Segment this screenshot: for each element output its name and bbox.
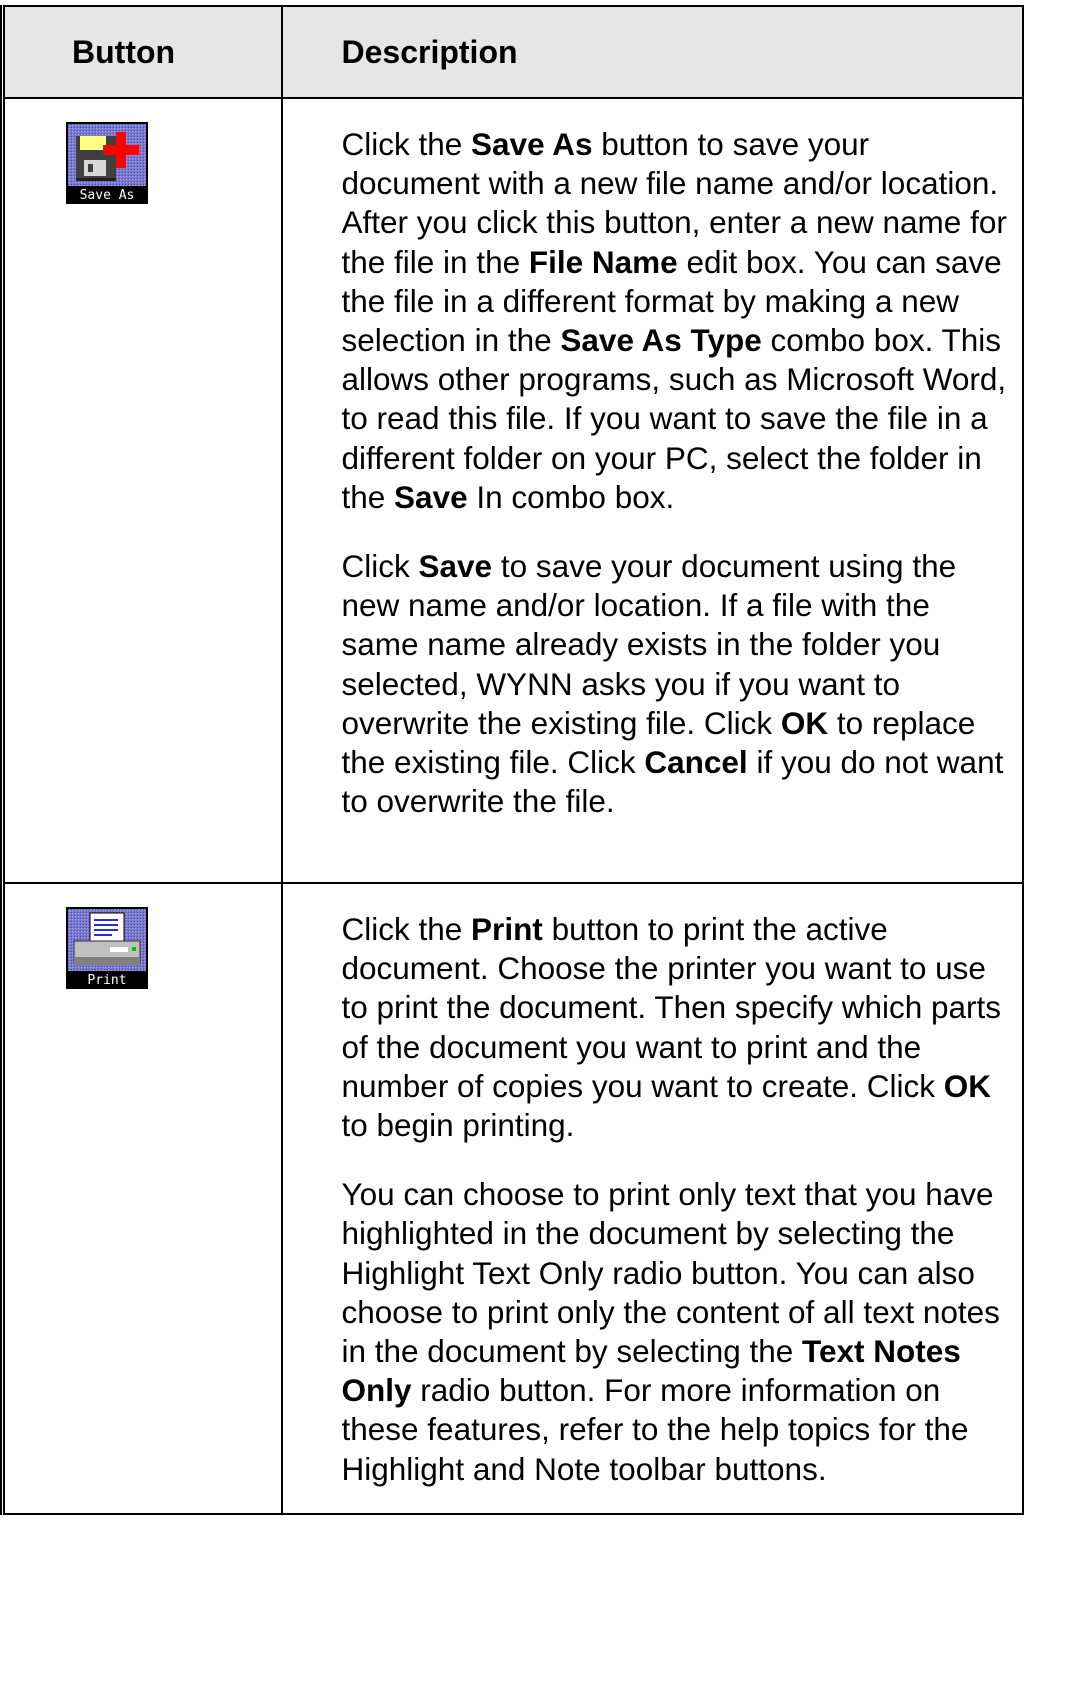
bold-term: File Name (528, 243, 678, 280)
description-paragraph: You can choose to print only text that y… (342, 1175, 1008, 1489)
table-row: Save As Click the Save As button to save… (0, 97, 1024, 884)
bold-term: Save (418, 548, 493, 585)
description-paragraph: Click Save to save your document using t… (342, 547, 1008, 821)
bold-term: Print (471, 911, 543, 947)
save-as-button[interactable]: Save As (66, 122, 148, 204)
text-run: Click the (341, 911, 472, 947)
description-paragraph: Click the Save As button to save your do… (342, 125, 1008, 517)
column-header-description: Description (280, 5, 1024, 99)
save-as-icon-label: Save As (79, 188, 135, 203)
help-page: Button Description Save As Click the Sav… (0, 0, 1089, 1688)
table-row: Print Click the Print button to print th… (0, 882, 1024, 1515)
table-header-row: Button Description (0, 5, 1024, 99)
description-cell: Click the Print button to print the acti… (280, 882, 1024, 1515)
bold-term: Save (394, 478, 468, 515)
button-cell: Save As (0, 97, 283, 884)
print-icon-label: Print (87, 973, 127, 988)
button-cell: Print (0, 882, 283, 1515)
text-run: radio button. For more information on th… (341, 1372, 969, 1487)
bold-term: Cancel (644, 744, 748, 781)
text-run: to begin printing. (341, 1107, 575, 1144)
text-run: Click the (341, 126, 472, 162)
column-header-button: Button (0, 5, 283, 99)
description-cell: Click the Save As button to save your do… (280, 97, 1024, 884)
bold-term: OK (780, 704, 829, 741)
text-run: In combo box. (467, 478, 675, 515)
text-run: Click (341, 548, 419, 585)
bold-term: Save As Type (560, 322, 762, 359)
description-paragraph: Click the Print button to print the acti… (342, 910, 1008, 1145)
print-button[interactable]: Print (66, 907, 148, 989)
bold-term: Save As (471, 126, 593, 162)
toolbar-buttons-table: Button Description Save As Click the Sav… (0, 5, 1024, 1515)
bold-term: OK (943, 1067, 992, 1104)
